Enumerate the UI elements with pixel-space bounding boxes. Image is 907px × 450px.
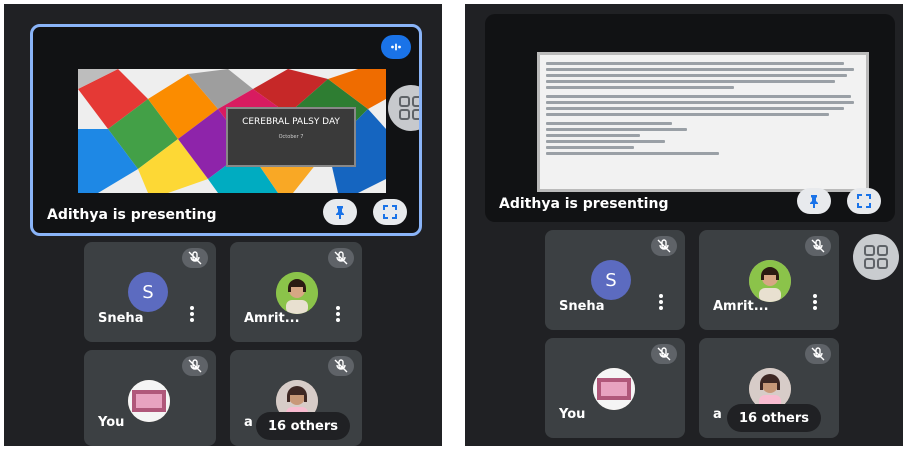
participant-name: You <box>98 415 125 430</box>
more-options-icon[interactable] <box>813 294 817 312</box>
left-meeting-screenshot: CEREBRAL PALSY DAY October 7 Adithya is … <box>4 4 442 446</box>
grid-layout-icon[interactable] <box>853 234 899 280</box>
mic-off-icon <box>651 344 677 364</box>
presentation-tile[interactable]: Adithya is presenting <box>485 14 895 222</box>
more-options-icon[interactable] <box>336 306 340 324</box>
participant-tile[interactable]: a 16 others <box>230 350 362 446</box>
avatar <box>128 380 170 422</box>
participant-tile[interactable]: You <box>545 338 685 438</box>
participant-name: You <box>559 407 586 422</box>
participant-name: a <box>244 415 253 430</box>
participant-tile[interactable]: a 16 others <box>699 338 839 438</box>
avatar <box>276 272 318 314</box>
presentation-tile[interactable]: CEREBRAL PALSY DAY October 7 Adithya is … <box>30 24 422 236</box>
avatar <box>593 368 635 410</box>
mic-off-icon <box>805 344 831 364</box>
pin-button[interactable] <box>797 188 831 214</box>
grid-layout-icon[interactable] <box>388 85 419 131</box>
fullscreen-button[interactable] <box>373 199 407 225</box>
participant-name: Amrit... <box>713 299 769 314</box>
participant-name: a <box>713 407 722 422</box>
participant-tile[interactable]: You <box>84 350 216 446</box>
presenting-label: Adithya is presenting <box>47 207 217 223</box>
avatar: S <box>591 260 631 300</box>
fullscreen-icon <box>857 194 871 208</box>
participant-name: Sneha <box>98 311 144 326</box>
participant-tile[interactable]: Amrit... <box>230 242 362 342</box>
fullscreen-icon <box>383 205 397 219</box>
participant-tile[interactable]: S Sneha <box>84 242 216 342</box>
slide-title: CEREBRAL PALSY DAY <box>242 117 340 127</box>
slide-date: October 7 <box>278 134 304 140</box>
mic-off-icon <box>805 236 831 256</box>
others-count[interactable]: 16 others <box>727 404 821 432</box>
participant-tile[interactable]: S Sneha <box>545 230 685 330</box>
shared-slide: CEREBRAL PALSY DAY October 7 <box>78 69 386 193</box>
more-options-icon[interactable] <box>659 294 663 312</box>
slide-title-card: CEREBRAL PALSY DAY October 7 <box>226 107 356 167</box>
participant-tile[interactable]: Amrit... <box>699 230 839 330</box>
avatar: S <box>128 272 168 312</box>
shared-document <box>537 52 869 192</box>
mic-off-icon <box>182 248 208 268</box>
avatar <box>749 260 791 302</box>
others-count[interactable]: 16 others <box>256 412 350 440</box>
pin-button[interactable] <box>323 199 357 225</box>
mic-off-icon <box>651 236 677 256</box>
right-meeting-screenshot: Adithya is presenting S Sneha Amrit... Y… <box>465 4 903 446</box>
mic-off-icon <box>328 248 354 268</box>
presenting-label: Adithya is presenting <box>499 196 669 212</box>
audio-level-icon <box>381 35 411 59</box>
mic-off-icon <box>182 356 208 376</box>
more-options-icon[interactable] <box>190 306 194 324</box>
pin-icon <box>336 206 344 219</box>
participant-name: Sneha <box>559 299 605 314</box>
pin-icon <box>810 195 818 208</box>
mic-off-icon <box>328 356 354 376</box>
participant-name: Amrit... <box>244 311 300 326</box>
fullscreen-button[interactable] <box>847 188 881 214</box>
